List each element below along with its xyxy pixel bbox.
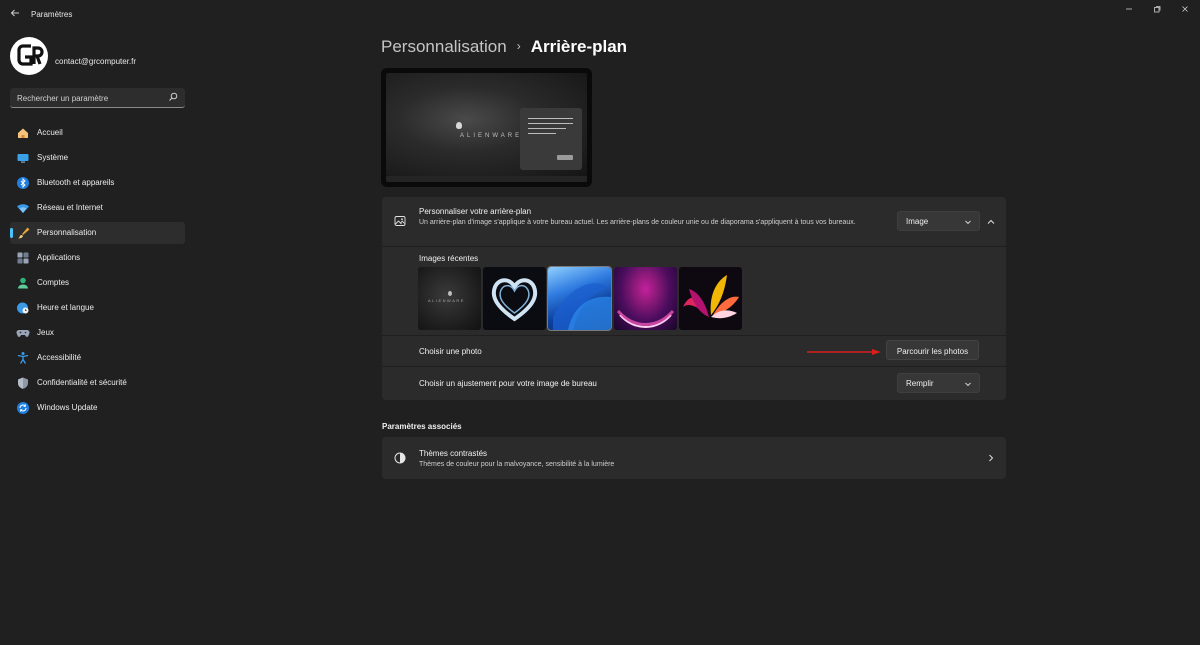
background-description: Un arrière-plan d'image s'applique à vot… [419, 219, 856, 226]
sidebar-item-bluetooth[interactable]: Bluetooth et appareils [10, 172, 185, 194]
shield-icon [18, 377, 28, 389]
sidebar-item-jeux[interactable]: Jeux [10, 322, 185, 344]
page-title: Arrière-plan [530, 37, 628, 56]
recent-image-flower[interactable] [679, 267, 742, 330]
app-title: Paramètres [31, 10, 73, 19]
sidebar-item-label: Système [37, 153, 69, 162]
gr-logo-icon [17, 44, 44, 66]
back-button[interactable] [8, 8, 22, 22]
contrast-themes-card[interactable]: Thèmes contrastés Thèmes de couleur pour… [382, 437, 1006, 479]
sidebar-item-label: Bluetooth et appareils [37, 178, 115, 187]
preview-brand-text: ALIENWARE [460, 133, 523, 139]
image-icon [394, 216, 406, 226]
sidebar-item-label: Comptes [37, 278, 70, 287]
bluetooth-icon [17, 177, 29, 189]
recent-image-alienware[interactable]: ALIENWARE [418, 267, 481, 330]
title-bar: Paramètres [0, 0, 1200, 30]
sidebar-item-comptes[interactable]: Comptes [10, 272, 185, 294]
breadcrumb-parent[interactable]: Personnalisation [381, 37, 507, 56]
recent-image-heart[interactable] [483, 267, 546, 330]
apps-icon [17, 252, 29, 264]
choose-photo-label: Choisir une photo [419, 347, 482, 356]
sidebar-item-label: Heure et langue [37, 303, 94, 312]
user-email: contact@grcomputer.fr [55, 57, 137, 66]
browse-photos-label: Parcourir les photos [896, 347, 969, 356]
search-box[interactable] [10, 88, 185, 108]
maximize-button[interactable] [1144, 4, 1170, 18]
accessibility-icon [17, 352, 29, 364]
fit-label: Choisir un ajustement pour votre image d… [419, 379, 597, 388]
glow-arc [616, 309, 675, 328]
red-arrow-annotation [807, 349, 881, 355]
chevron-up-icon[interactable] [986, 217, 996, 227]
personalize-background-row[interactable]: Personnaliser votre arrière-plan Un arri… [382, 197, 1006, 246]
brush-icon [18, 227, 30, 239]
chevron-down-icon [965, 382, 971, 387]
avatar[interactable] [10, 37, 48, 75]
close-button[interactable] [1172, 4, 1198, 18]
sidebar-item-applications[interactable]: Applications [10, 247, 185, 269]
desktop-preview: ALIENWARE [381, 68, 592, 187]
sidebar-item-label: Personnalisation [37, 228, 97, 237]
alien-logo-icon [448, 291, 452, 296]
background-type-dropdown[interactable]: Image [897, 211, 980, 231]
recent-image-magenta[interactable] [614, 267, 677, 330]
sidebar-item-windows-update[interactable]: Windows Update [10, 397, 185, 419]
heart-icon [491, 278, 538, 322]
dropdown-value: Image [906, 217, 929, 226]
sidebar-item-label: Applications [37, 253, 81, 262]
chevron-right-icon [989, 454, 994, 462]
browse-photos-button[interactable]: Parcourir les photos [886, 340, 979, 360]
preview-taskbar [386, 176, 587, 182]
thumb-brand-text: ALIENWARE [428, 298, 465, 303]
flower-shape [683, 275, 739, 319]
recent-images-label: Images récentes [419, 254, 479, 263]
contrast-icon [394, 452, 406, 464]
gamepad-icon [16, 330, 30, 337]
restore-icon [1154, 6, 1161, 13]
alien-logo-icon [456, 122, 462, 129]
sidebar-item-label: Confidentialité et sécurité [37, 378, 127, 387]
sidebar-item-accessibilite[interactable]: Accessibilité [10, 347, 185, 369]
minimize-icon [1126, 8, 1132, 10]
related-settings-title: Paramètres associés [382, 422, 462, 431]
choose-photo-row: Choisir une photo Parcourir les photos [382, 336, 1006, 366]
sidebar-item-personnalisation[interactable]: Personnalisation [10, 222, 185, 244]
breadcrumb-separator: › [516, 39, 521, 53]
chevron-down-icon [965, 220, 971, 225]
sidebar-item-label: Windows Update [37, 403, 98, 412]
sidebar-item-reseau[interactable]: Réseau et Internet [10, 197, 185, 219]
globe-clock-icon [17, 302, 29, 314]
sidebar-item-heure-langue[interactable]: Heure et langue [10, 297, 185, 319]
sidebar-nav: Accueil Système Bluetooth et appareils R… [10, 122, 185, 422]
sidebar-item-systeme[interactable]: Système [10, 147, 185, 169]
recent-image-windows-bloom[interactable] [547, 266, 612, 331]
search-input[interactable] [17, 92, 162, 104]
background-title: Personnaliser votre arrière-plan [419, 207, 532, 216]
preview-window [520, 108, 582, 170]
home-icon [18, 128, 28, 138]
sidebar-item-label: Accueil [37, 128, 63, 137]
search-icon[interactable] [168, 92, 178, 102]
person-icon [18, 277, 28, 289]
sidebar-item-label: Accessibilité [37, 353, 82, 362]
monitor-icon [17, 154, 29, 163]
sidebar-item-accueil[interactable]: Accueil [10, 122, 185, 144]
fit-dropdown[interactable]: Remplir [897, 373, 980, 393]
wifi-icon [17, 204, 29, 213]
sidebar-item-label: Jeux [37, 328, 54, 337]
bloom-shape [553, 283, 611, 330]
close-icon [1182, 6, 1188, 12]
sidebar-item-confidentialite[interactable]: Confidentialité et sécurité [10, 372, 185, 394]
update-icon [17, 402, 29, 414]
contrast-themes-description: Thèmes de couleur pour la malvoyance, se… [419, 461, 615, 468]
dropdown-value: Remplir [906, 379, 934, 388]
breadcrumb: Personnalisation › Arrière-plan [381, 37, 627, 58]
preview-wallpaper: ALIENWARE [386, 73, 587, 176]
arrow-left-icon [10, 9, 19, 17]
sidebar-item-label: Réseau et Internet [37, 203, 103, 212]
contrast-themes-title: Thèmes contrastés [419, 449, 488, 458]
minimize-button[interactable] [1116, 4, 1142, 18]
fit-row: Choisir un ajustement pour votre image d… [382, 367, 1006, 400]
